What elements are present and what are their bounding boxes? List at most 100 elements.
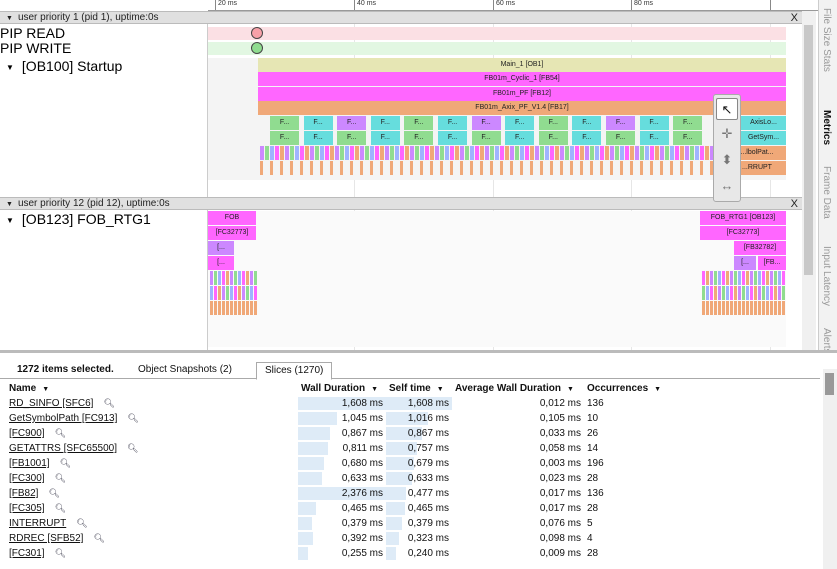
slice-detail[interactable] [718, 286, 721, 300]
slice-small[interactable]: F... [673, 131, 703, 145]
slice-detail[interactable] [758, 301, 761, 315]
slice-small[interactable]: F... [673, 116, 703, 130]
sort-down-icon[interactable]: ▼ [42, 386, 49, 393]
slice-detail[interactable] [250, 271, 253, 285]
sort-down-icon[interactable]: ▼ [437, 386, 444, 393]
process-header-pid1[interactable]: ▼ user priority 1 (pid 1), uptime:0s X [0, 11, 802, 24]
slice-detail[interactable] [555, 146, 559, 160]
slice-detail[interactable] [500, 146, 504, 160]
slice-detail[interactable] [390, 146, 394, 160]
slice-detail[interactable] [770, 301, 773, 315]
slice-detail[interactable] [254, 301, 257, 315]
slice-detail[interactable] [625, 146, 629, 160]
slice-detail[interactable] [295, 146, 299, 160]
cell-name[interactable]: RDREC [SFB52] 🔍︎ [6, 531, 298, 546]
slice-detail[interactable] [310, 161, 313, 175]
slice-detail[interactable] [600, 161, 603, 175]
slice-detail[interactable] [222, 271, 225, 285]
table-row[interactable]: INTERRUPT 🔍︎ 0,379 ms 0,379 ms 0,076 ms 5 [6, 516, 670, 531]
slice-detail[interactable] [670, 146, 674, 160]
slice-detail[interactable] [660, 146, 664, 160]
slice-detail[interactable] [420, 146, 424, 160]
slice-detail[interactable] [670, 161, 673, 175]
slice-detail[interactable] [660, 161, 663, 175]
slice-detail[interactable] [545, 146, 549, 160]
slice-detail[interactable] [400, 161, 403, 175]
slice-detail[interactable] [495, 146, 499, 160]
slice-detail[interactable] [762, 301, 765, 315]
slice-detail[interactable] [450, 161, 453, 175]
slice-detail[interactable] [782, 301, 785, 315]
slice-detail[interactable] [330, 146, 334, 160]
slice-detail[interactable] [714, 271, 717, 285]
search-icon[interactable]: 🔍︎ [103, 398, 114, 409]
slice-detail[interactable] [565, 146, 569, 160]
slice-detail[interactable] [706, 301, 709, 315]
slice-detail[interactable] [370, 161, 373, 175]
table-row[interactable]: [FB1001] 🔍︎ 0,680 ms 0,679 ms 0,003 ms 196 [6, 456, 670, 471]
column-header-wall-duration[interactable]: Wall Duration ▼ [298, 381, 386, 396]
slice-detail[interactable] [710, 286, 713, 300]
slice-detail[interactable] [774, 271, 777, 285]
slice-detail[interactable] [525, 146, 529, 160]
slice-name-link[interactable]: [FC900] [9, 428, 45, 439]
slice-detail[interactable] [710, 271, 713, 285]
slice-detail[interactable] [270, 146, 274, 160]
slice-detail[interactable] [435, 146, 439, 160]
slice-detail[interactable] [218, 271, 221, 285]
search-icon[interactable]: 🔍︎ [93, 533, 104, 544]
table-row[interactable]: GETATTRS [SFC65500] 🔍︎ 0,811 ms 0,757 ms 0,0… [6, 441, 670, 456]
slice-small[interactable]: F... [606, 131, 635, 145]
slice-detail[interactable] [226, 301, 229, 315]
slice-detail[interactable] [470, 146, 474, 160]
search-icon[interactable]: 🔍︎ [48, 488, 59, 499]
slice-detail[interactable] [290, 161, 293, 175]
slice-detail[interactable] [230, 301, 233, 315]
cell-name[interactable]: GETATTRS [SFC65500] 🔍︎ [6, 441, 298, 456]
cell-name[interactable]: [FC900] 🔍︎ [6, 426, 298, 441]
slice-fb12[interactable]: FB01m_PF [FB12] [258, 87, 786, 101]
slice-detail[interactable] [714, 286, 717, 300]
slice-detail[interactable] [238, 286, 241, 300]
slice-detail[interactable] [340, 146, 344, 160]
slice-detail[interactable] [340, 161, 343, 175]
slice-detail[interactable] [390, 161, 393, 175]
side-tab-file-size-stats[interactable]: File Size Stats [821, 8, 832, 72]
slice-detail[interactable] [766, 301, 769, 315]
search-icon[interactable]: 🔍︎ [55, 428, 66, 439]
slice-detail[interactable] [320, 161, 323, 175]
slice-detail[interactable] [530, 161, 533, 175]
slice-detail[interactable] [726, 271, 729, 285]
slice-fob[interactable]: FOB [208, 211, 256, 225]
slice-detail[interactable] [754, 301, 757, 315]
slice-detail[interactable] [706, 286, 709, 300]
slice-detail[interactable] [445, 146, 449, 160]
slice-fb32782[interactable]: [FB32782] [734, 241, 786, 255]
close-icon[interactable]: X [791, 12, 798, 24]
slice-detail[interactable] [620, 161, 623, 175]
slice-detail[interactable] [330, 161, 333, 175]
slice-detail[interactable] [360, 146, 364, 160]
slice-fob-rtg1[interactable]: FOB_RTG1 [OB123] [700, 211, 786, 225]
slice-detail[interactable] [585, 146, 589, 160]
slice-detail[interactable] [746, 271, 749, 285]
slice-name-link[interactable]: INTERRUPT [9, 518, 66, 529]
slice-detail[interactable] [530, 146, 534, 160]
table-row[interactable]: [FC305] 🔍︎ 0,465 ms 0,465 ms 0,017 ms 28 [6, 501, 670, 516]
slice-small[interactable]: F... [370, 131, 400, 145]
slice-detail[interactable] [250, 286, 253, 300]
slice-detail[interactable] [510, 146, 514, 160]
slice-detail[interactable] [650, 146, 654, 160]
search-icon[interactable]: 🔍︎ [55, 473, 66, 484]
slice-detail[interactable] [590, 146, 594, 160]
slice-detail[interactable] [320, 146, 324, 160]
slice-detail[interactable] [560, 146, 564, 160]
slice-detail[interactable] [766, 286, 769, 300]
slice-detail[interactable] [535, 146, 539, 160]
sort-down-icon[interactable]: ▼ [371, 386, 378, 393]
slice-detail[interactable] [680, 146, 684, 160]
slice-detail[interactable] [234, 271, 237, 285]
collapse-caret-icon[interactable]: ▼ [6, 13, 13, 25]
cell-name[interactable]: INTERRUPT 🔍︎ [6, 516, 298, 531]
slice-small[interactable]: F... [471, 116, 501, 130]
